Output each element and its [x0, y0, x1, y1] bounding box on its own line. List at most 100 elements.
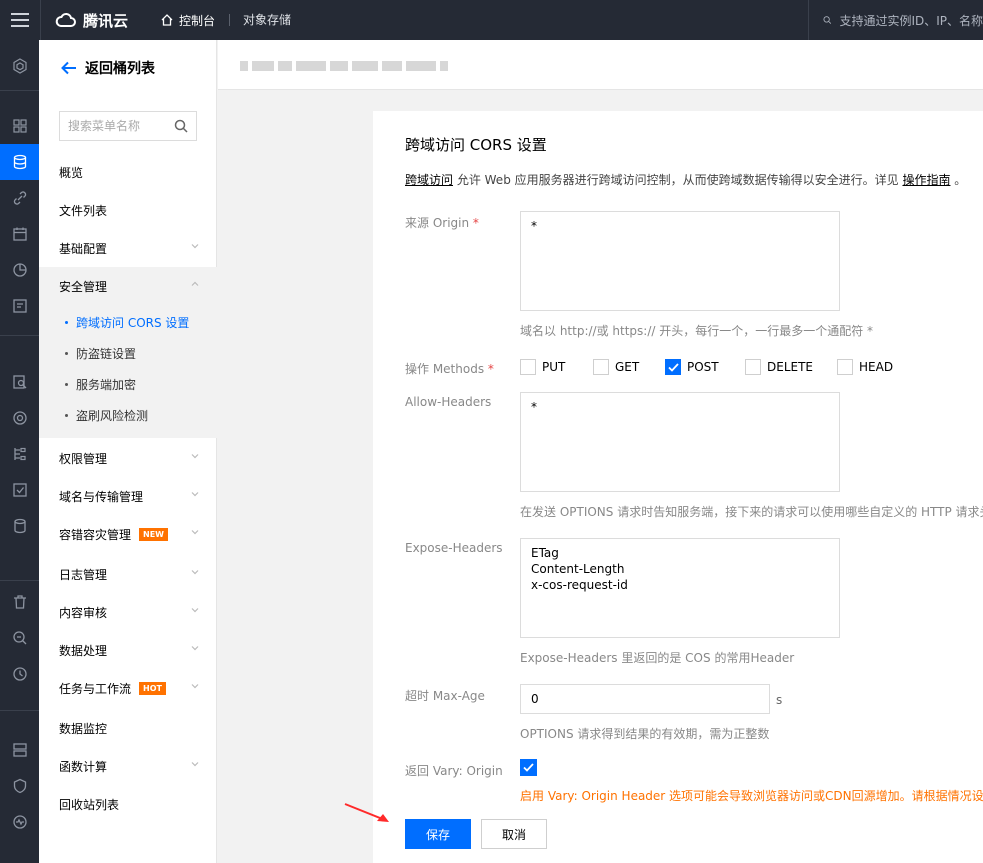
security-group: 安全管理 跨域访问 CORS 设置 防盗链设置 服务端加密 盗刷风险检测	[39, 267, 217, 438]
sidebar-item-permissions[interactable]: 权限管理	[39, 439, 217, 477]
redacted-bucket-name	[240, 61, 448, 71]
checkbox-box	[745, 359, 761, 375]
method-delete-checkbox[interactable]: DELETE	[745, 359, 837, 375]
sidebar-item-security[interactable]: 安全管理	[39, 267, 217, 305]
report-icon[interactable]	[0, 288, 39, 324]
sidebar-item-data-processing[interactable]: 数据处理	[39, 631, 217, 669]
target-icon[interactable]	[0, 400, 39, 436]
new-badge: NEW	[139, 527, 168, 541]
vary-origin-checkbox[interactable]	[520, 759, 537, 776]
guide-link[interactable]: 操作指南	[902, 173, 950, 187]
logo-text: 腾讯云	[83, 11, 129, 30]
sidebar-subitem-cors[interactable]: 跨域访问 CORS 设置	[39, 307, 217, 337]
origin-hint: 域名以 http://或 https:// 开头，每行一个，一行最多一个通配符 …	[520, 324, 874, 338]
chevron-down-icon	[191, 762, 199, 767]
sidebar-item-functions[interactable]: 函数计算	[39, 747, 217, 785]
checkbox-label: PUT	[542, 360, 566, 374]
origin-label: 来源 Origin *	[405, 214, 479, 231]
chevron-up-icon	[191, 281, 199, 286]
checkbox-label: GET	[615, 360, 640, 374]
shield-icon[interactable]	[0, 768, 39, 804]
sidebar-item-content-review[interactable]: 内容审核	[39, 593, 217, 631]
bullet	[65, 382, 68, 386]
bullet	[65, 320, 68, 324]
sidebar-subitem-encryption[interactable]: 服务端加密	[39, 369, 217, 399]
search-icon	[174, 119, 188, 133]
sidebar-item-file-list[interactable]: 文件列表	[39, 191, 217, 229]
bullet	[65, 351, 68, 355]
sidebar-item-label: 回收站列表	[59, 797, 120, 812]
dashboard-icon[interactable]	[0, 108, 39, 144]
cube-icon[interactable]	[0, 48, 39, 84]
calendar-icon[interactable]	[0, 216, 39, 252]
method-get-checkbox[interactable]: GET	[593, 359, 665, 375]
back-label: 返回桶列表	[85, 61, 155, 77]
trash-icon[interactable]	[0, 584, 39, 620]
product-link[interactable]: 对象存储	[243, 0, 291, 40]
checkbox-label: DELETE	[767, 360, 814, 374]
console-link[interactable]: 控制台	[160, 0, 215, 40]
chevron-down-icon	[191, 608, 199, 613]
chart-icon[interactable]	[0, 252, 39, 288]
checkbox-box	[593, 359, 609, 375]
storage-db-icon[interactable]	[0, 732, 39, 768]
sidebar-item-overview[interactable]: 概览	[39, 153, 217, 191]
sidebar-item-label: 数据处理	[59, 643, 108, 658]
sidebar-item-domain-transfer[interactable]: 域名与传输管理	[39, 477, 217, 515]
back-to-bucket-list[interactable]: 返回桶列表	[61, 54, 155, 82]
sidebar-subitem-hotlink[interactable]: 防盗链设置	[39, 338, 217, 368]
max-age-input[interactable]	[520, 684, 770, 714]
method-put-checkbox[interactable]: PUT	[520, 359, 593, 375]
expose-headers-textarea[interactable]: ETag Content-Length x-cos-request-id	[520, 538, 840, 638]
sidebar-item-label: 文件列表	[59, 203, 108, 218]
scan-icon[interactable]	[0, 620, 39, 656]
sidebar-subitem-label: 服务端加密	[76, 377, 137, 392]
sidebar-item-label: 日志管理	[59, 567, 108, 582]
rail-separator	[0, 335, 39, 336]
home-icon	[161, 14, 173, 26]
method-post-checkbox[interactable]: POST	[665, 359, 745, 375]
search-icon	[823, 16, 832, 24]
sidebar-subitem-risk-detection[interactable]: 盗刷风险检测	[39, 400, 217, 430]
checkbox-label: POST	[687, 360, 719, 374]
clock-icon[interactable]	[0, 656, 39, 692]
top-navbar: 腾讯云 控制台 对象存储 支持通过实例ID、IP、名称	[0, 0, 983, 40]
sidebar-item-disaster-recovery[interactable]: 容错容灾管理 NEW	[39, 515, 217, 553]
monitor-icon[interactable]	[0, 804, 39, 840]
chevron-down-icon	[191, 530, 199, 535]
sidebar-item-label: 任务与工作流	[59, 681, 132, 696]
sidebar-item-logs[interactable]: 日志管理	[39, 555, 217, 593]
max-age-hint: OPTIONS 请求得到结果的有效期，需为正整数	[520, 727, 770, 741]
search-doc-icon[interactable]	[0, 364, 39, 400]
network-icon[interactable]	[0, 436, 39, 472]
allow-headers-textarea[interactable]: *	[520, 392, 840, 492]
database-icon[interactable]	[0, 508, 39, 544]
sidebar-item-monitoring[interactable]: 数据监控	[39, 709, 217, 747]
topbar-divider	[40, 0, 41, 40]
page-description: 跨域访问 允许 Web 应用服务器进行跨域访问控制，从而使跨域数据传输得以安全进…	[405, 171, 966, 188]
menu-icon[interactable]	[0, 0, 40, 40]
menu-search[interactable]	[59, 111, 197, 141]
chevron-down-icon	[191, 244, 199, 249]
method-head-checkbox[interactable]: HEAD	[837, 359, 893, 375]
sidebar-item-tasks-workflows[interactable]: 任务与工作流 HOT	[39, 669, 217, 707]
arrow-left-icon	[61, 61, 76, 75]
sidebar-item-recycle-bin[interactable]: 回收站列表	[39, 785, 217, 823]
storage-icon[interactable]	[0, 144, 39, 180]
expose-headers-hint: Expose-Headers 里返回的是 COS 的常用Header	[520, 651, 795, 665]
origin-textarea[interactable]: *	[520, 211, 840, 311]
check-icon[interactable]	[0, 472, 39, 508]
vary-origin-label: 返回 Vary: Origin	[405, 764, 503, 778]
cancel-button[interactable]: 取消	[481, 819, 547, 849]
menu-search-input[interactable]	[68, 119, 168, 133]
logo[interactable]: 腾讯云	[55, 0, 128, 40]
sidebar-item-basic-config[interactable]: 基础配置	[39, 229, 217, 267]
max-age-label: 超时 Max-Age	[405, 689, 485, 703]
save-button[interactable]: 保存	[405, 819, 471, 849]
check-icon	[665, 359, 681, 375]
chevron-down-icon	[191, 684, 199, 689]
link-icon[interactable]	[0, 180, 39, 216]
global-search[interactable]: 支持通过实例ID、IP、名称	[808, 0, 983, 40]
cors-doc-link[interactable]: 跨域访问	[405, 173, 453, 187]
max-age-unit: s	[776, 693, 783, 707]
